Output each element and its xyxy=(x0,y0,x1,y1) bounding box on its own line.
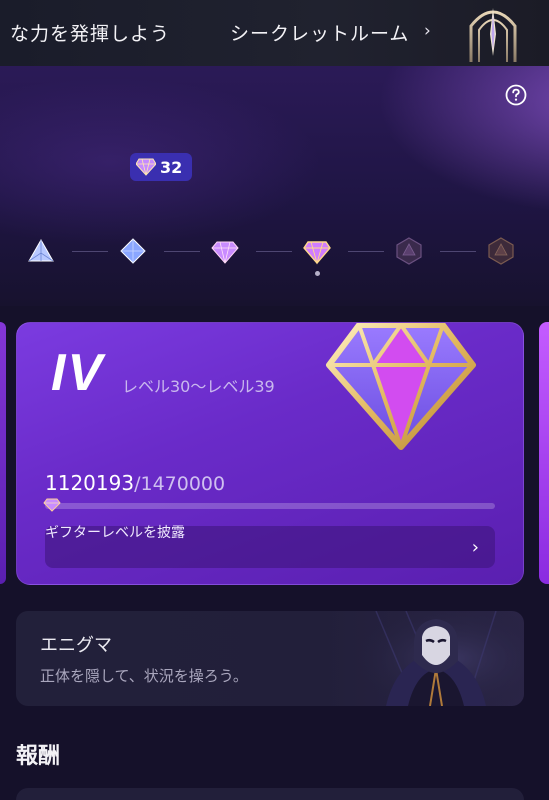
tier-numeral: IV xyxy=(51,344,105,402)
rewards-card[interactable] xyxy=(16,788,524,800)
level-track xyxy=(26,236,526,276)
tier-card[interactable]: IV レベル30〜レベル39 1120193/1470000 ギフターレベルを披… xyxy=(16,322,524,585)
chevron-right-icon[interactable]: › xyxy=(424,21,431,41)
progress-gem-marker-icon xyxy=(43,498,61,512)
tier-level-range: レベル30〜レベル39 xyxy=(122,377,275,396)
help-icon[interactable] xyxy=(505,84,527,106)
next-tier-card[interactable] xyxy=(539,322,549,584)
chevron-right-icon: › xyxy=(471,537,479,558)
crown-gem-icon[interactable] xyxy=(302,236,332,266)
diamond-gem-icon[interactable] xyxy=(118,236,148,266)
reveal-gifter-level-row[interactable]: ギフターレベルを披露 › xyxy=(45,525,495,568)
gem-count: 32 xyxy=(160,157,183,177)
gem-icon xyxy=(136,158,156,176)
hex-gem-icon[interactable] xyxy=(394,236,424,266)
masked-figure-icon xyxy=(346,611,524,706)
prev-tier-card[interactable] xyxy=(0,322,6,584)
triangle-gem-icon[interactable] xyxy=(26,236,56,266)
hex-gem-icon[interactable] xyxy=(486,236,516,266)
progress-text: 1120193/1470000 xyxy=(45,471,225,495)
faceted-gem-icon[interactable] xyxy=(210,236,240,266)
gem-count-badge: 32 xyxy=(130,153,192,181)
progress-current: 1120193 xyxy=(45,471,135,495)
reveal-gifter-level-label: ギフターレベルを披露 xyxy=(45,525,185,541)
large-gem-icon xyxy=(326,323,476,450)
progress-max: /1470000 xyxy=(134,473,226,495)
secret-room-link[interactable]: シークレットルーム xyxy=(230,19,409,46)
current-level-indicator xyxy=(315,271,320,276)
progress-bar xyxy=(45,503,495,509)
enigma-subtitle: 正体を隠して、状況を操ろう。 xyxy=(40,667,248,685)
rewards-heading: 報酬 xyxy=(16,744,61,769)
tower-emblem-icon[interactable] xyxy=(463,4,523,62)
top-banner[interactable]: な力を発揮しよう シークレットルーム › xyxy=(0,0,549,66)
enigma-card[interactable]: エニグマ 正体を隠して、状況を操ろう。 xyxy=(16,611,524,706)
banner-left-text: な力を発揮しよう xyxy=(10,23,171,45)
enigma-title: エニグマ xyxy=(40,635,112,656)
